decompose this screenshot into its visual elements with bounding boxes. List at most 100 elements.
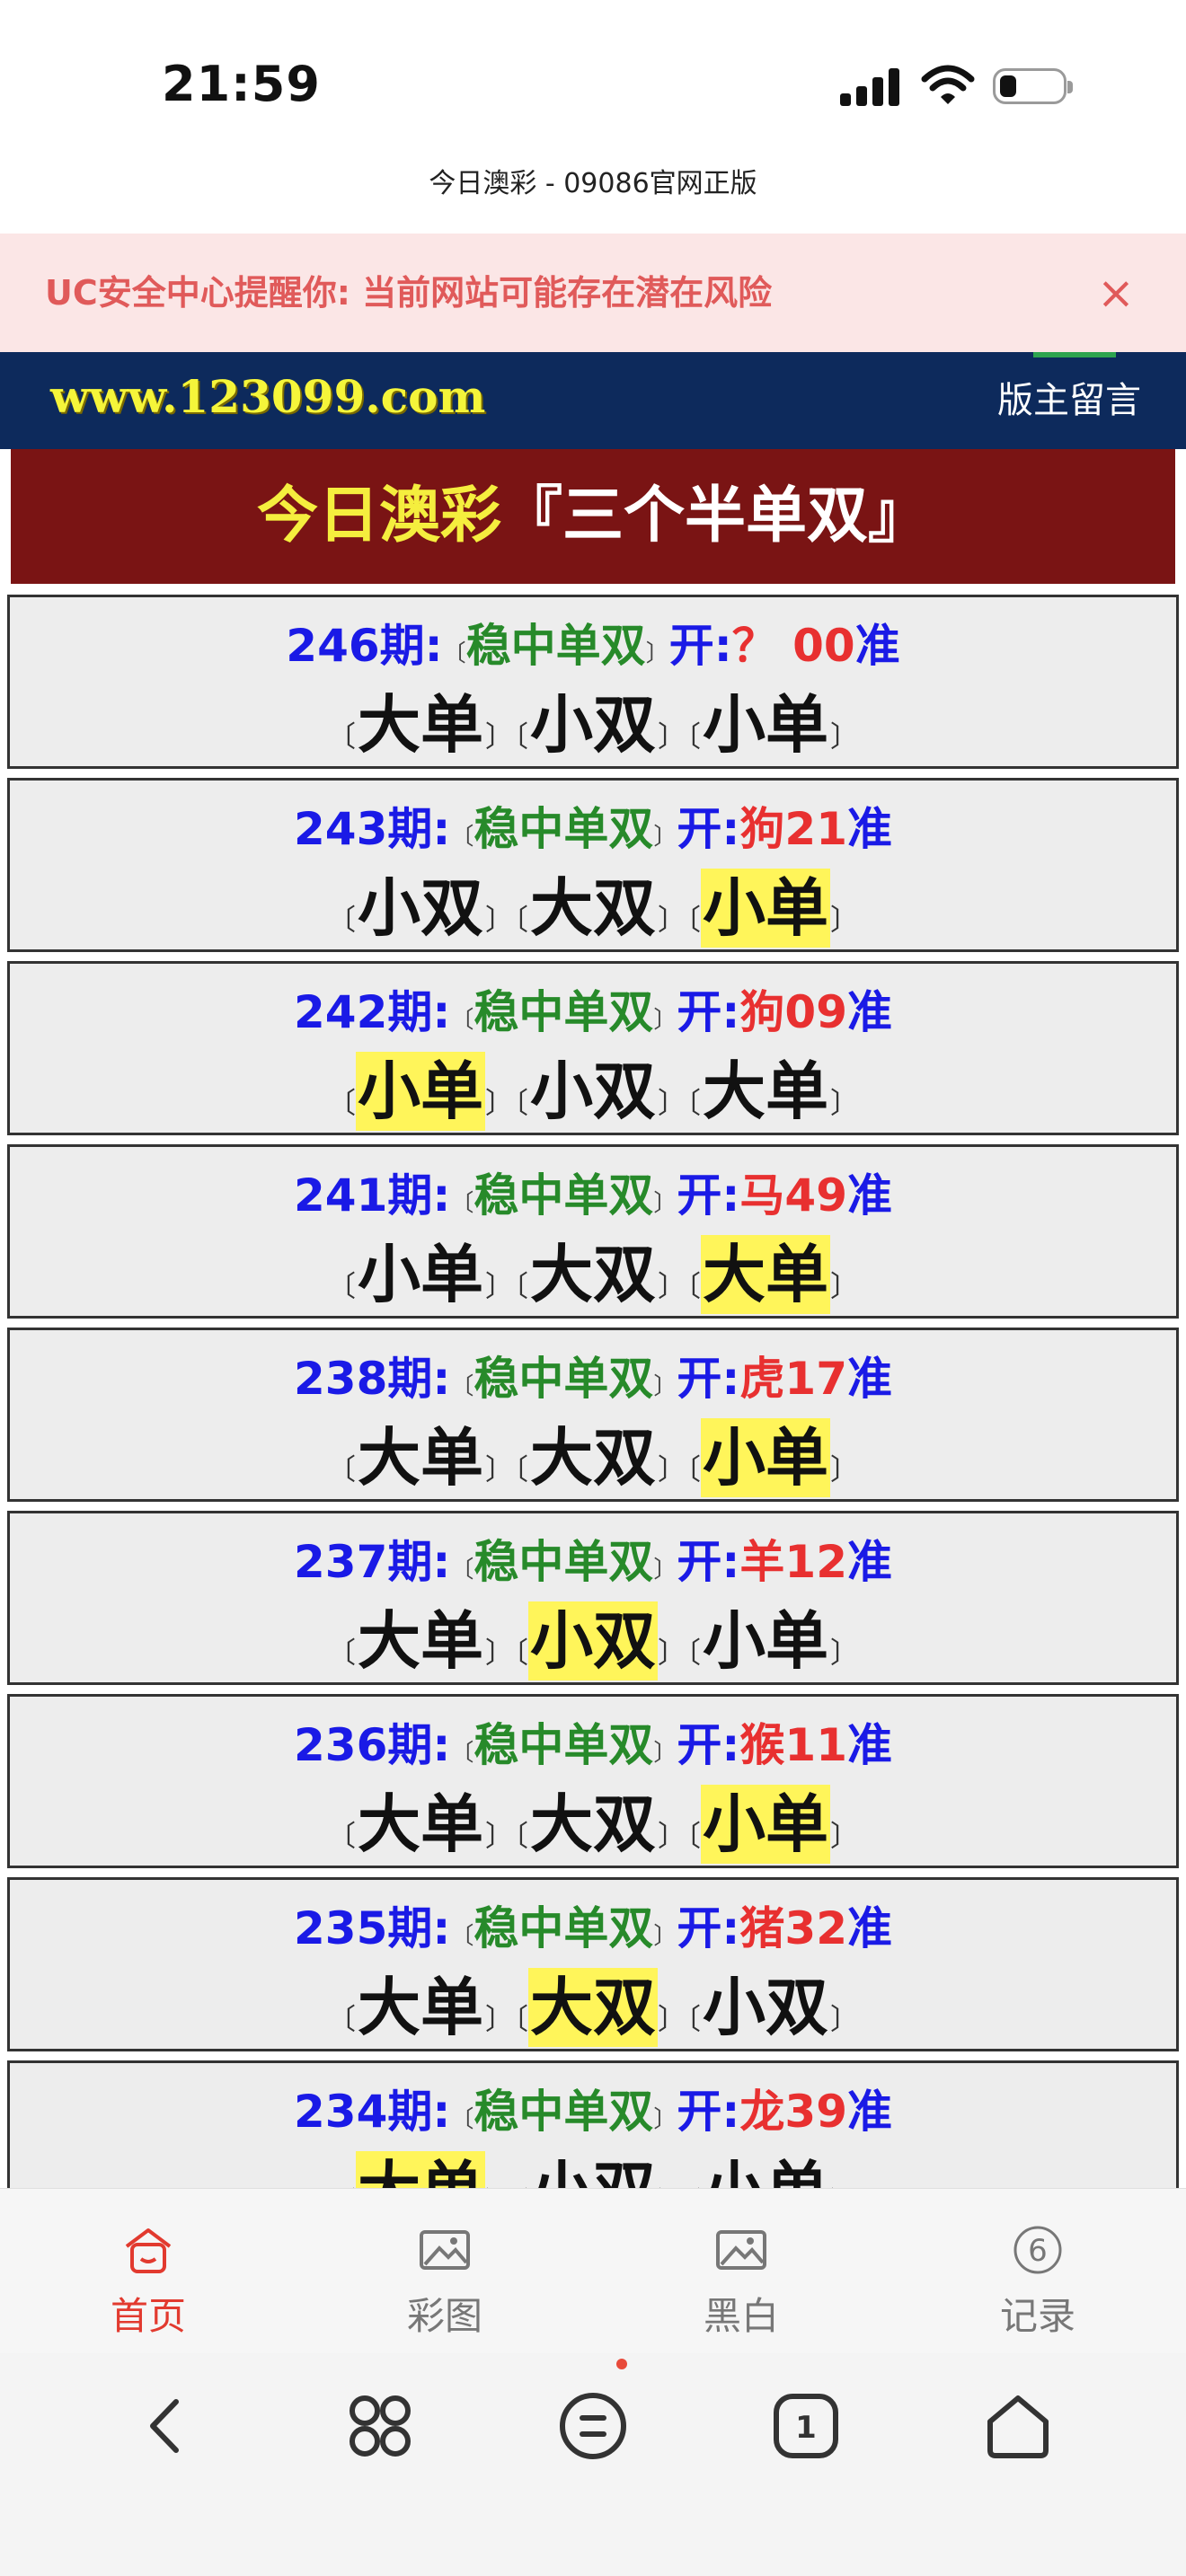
bracket: 〔 [513,903,528,937]
bracket: 〕 [484,2002,514,2036]
tabs-icon[interactable]: 1 [766,2386,846,2466]
pick: 大单 [357,1971,483,2044]
shortcuts-icon[interactable] [340,2386,420,2466]
bracket: 〕 [645,640,669,667]
bracket: 〔 [513,1452,528,1486]
record-header: 235期:〔稳中单双〕开:猪32准 [10,1892,1176,1957]
period-number: 237 [294,1536,388,1588]
bracket: 〔 [326,1819,356,1853]
prediction-tag: 稳中单双 [474,1902,654,1954]
message-board-link[interactable]: 版主留言 [997,352,1141,449]
hit-label: 准 [847,1902,892,1954]
open-label: 开: [677,1719,740,1771]
page-title: 今日澳彩 - 09086官网正版 [429,168,757,199]
pick: 大单 [357,1604,483,1678]
nav-color-pictures[interactable]: 彩图 [296,2189,593,2354]
prediction-tag: 稳中单双 [474,1353,654,1405]
bracket: 〕 [830,903,860,937]
bracket: 〕 [484,1636,514,1670]
open-label: 开: [677,1169,740,1222]
prediction-tag: 稳中单双 [474,2086,654,2138]
draw-result: 马49 [739,1169,847,1222]
pick-hit: 小单 [701,1785,831,1864]
bracket: 〕 [653,1740,677,1767]
record-card: 242期:〔稳中单双〕开:狗09准 〔小单〕〔小双〕〔大单〕 [7,961,1179,1135]
open-label: 开: [677,803,740,855]
period-suffix: 期: [387,803,451,855]
nav-history[interactable]: 6 记录 [890,2189,1186,2354]
hit-label: 准 [847,1719,892,1771]
site-logo[interactable]: www.123099.com [50,370,485,423]
draw-result: 猪32 [739,1902,847,1954]
prediction-tag: 稳中单双 [474,1169,654,1222]
security-warning-bar: UC安全中心提醒你: 当前网站可能存在潜在风险 × [0,234,1186,352]
bracket: 〔 [326,1269,356,1303]
pick-hit: 小单 [701,1418,831,1497]
back-icon[interactable] [126,2386,207,2466]
bracket: 〕 [653,1190,677,1217]
history-icon: 6 [1011,2225,1065,2275]
prediction-tag: 稳中单双 [474,1719,654,1771]
bracket: 〕 [830,1086,860,1120]
period-suffix: 期: [387,1169,451,1222]
period-number: 242 [294,986,388,1038]
record-header: 242期:〔稳中单双〕开:狗09准 [10,976,1176,1041]
bracket: 〕 [830,2002,860,2036]
banner-brand: 今日澳彩 [256,481,501,551]
record-card: 237期:〔稳中单双〕开:羊12准 〔大单〕〔小双〕〔小单〕 [7,1511,1179,1685]
draw-result: 羊12 [739,1536,847,1588]
record-picks: 〔大单〕〔大双〕〔小双〕 [10,1968,1176,2047]
history-badge: 6 [1028,2233,1048,2269]
bracket: 〔 [513,1086,528,1120]
record-picks: 〔大单〕〔小双〕〔小单〕 [10,1601,1176,1681]
bracket: 〕 [658,1636,687,1670]
bracket: 〔 [686,1819,702,1853]
bracket: 〕 [653,824,677,851]
period-suffix: 期: [387,2086,451,2138]
pick-hit: 大双 [528,1968,658,2047]
bracket: 〔 [686,2002,702,2036]
draw-result: 狗21 [739,803,847,855]
record-header: 236期:〔稳中单双〕开:猴11准 [10,1709,1176,1774]
record-picks: 〔大单〕〔大双〕〔小单〕 [10,1785,1176,1864]
pick: 大双 [530,1421,656,1495]
bracket: 〔 [450,2106,474,2133]
bracket: 〕 [658,903,687,937]
record-header: 238期:〔稳中单双〕开:虎17准 [10,1343,1176,1407]
open-label: 开: [677,986,740,1038]
nav-label: 彩图 [406,2294,482,2338]
bracket: 〔 [326,2002,356,2036]
record-picks: 〔大单〕〔大双〕〔小单〕 [10,1418,1176,1497]
nav-black-white[interactable]: 黑白 [593,2189,890,2354]
pick: 小单 [703,688,829,762]
hit-label: 准 [847,1169,892,1222]
banner-subtitle: 『三个半单双』 [501,481,930,551]
bracket: 〕 [658,2002,687,2036]
bracket: 〔 [513,719,528,754]
bracket: 〕 [658,1452,687,1486]
pick: 大双 [530,871,656,945]
bracket: 〕 [653,1557,677,1584]
menu-icon[interactable] [553,2386,633,2466]
bracket: 〕 [830,719,860,754]
draw-result: 虎17 [739,1353,847,1405]
nav-home[interactable]: 首页 [0,2189,296,2354]
bracket: 〔 [686,903,702,937]
bracket: 〔 [513,1819,528,1853]
period-suffix: 期: [379,620,443,672]
home-icon[interactable] [978,2386,1058,2466]
pick: 小单 [357,1238,483,1311]
record-picks: 〔小单〕〔小双〕〔大单〕 [10,1052,1176,1131]
bracket: 〔 [513,2002,528,2036]
record-header: 246期:〔稳中单双〕开:？ 00准 [10,610,1176,675]
bracket: 〕 [830,1636,860,1670]
period-number: 246 [286,620,380,672]
bracket: 〔 [450,1373,474,1400]
record-card: 236期:〔稳中单双〕开:猴11准〔大单〕〔大双〕〔小单〕 [7,1694,1179,1868]
bracket: 〕 [830,1452,860,1486]
close-icon[interactable]: × [1091,268,1141,318]
bracket: 〔 [326,1086,356,1120]
prediction-tag: 稳中单双 [474,986,654,1038]
home-icon [121,2225,175,2275]
site-header: www.123099.com 版主留言 [0,352,1186,449]
